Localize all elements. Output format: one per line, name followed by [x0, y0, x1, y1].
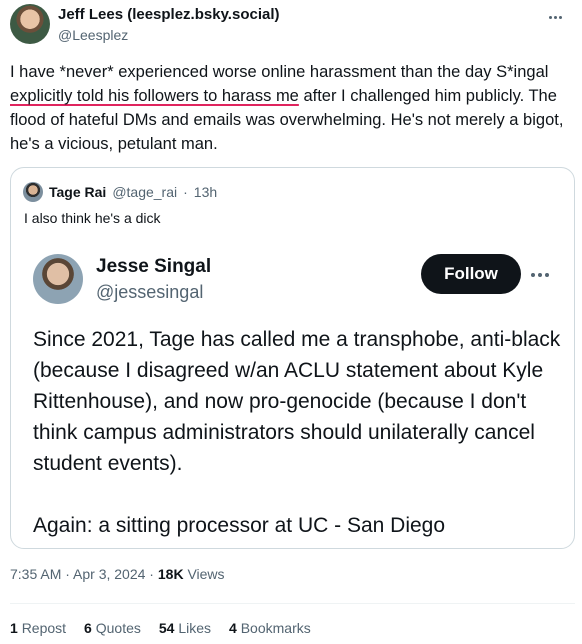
author-handle[interactable]: @Leesplez	[58, 27, 128, 43]
likes-label: Likes	[178, 620, 212, 636]
quoted-tweet-header: Tage Rai @tage_rai · 13h	[23, 182, 217, 202]
bookmarks-stat[interactable]: 4 Bookmarks	[229, 620, 311, 636]
quotes-count: 6	[84, 620, 92, 636]
tweet-timestamp: 7:35 AM · Apr 3, 2024 · 18K Views	[10, 566, 225, 582]
quoted-author-handle[interactable]: @tage_rai	[112, 184, 177, 200]
author-name[interactable]: Jeff Lees (leesplez.bsky.social)	[58, 6, 280, 23]
follow-button: Follow	[421, 254, 521, 294]
screenshot-handle: @jessesingal	[96, 282, 204, 302]
tweet-text-part1: I have *never* experienced worse online …	[10, 63, 549, 81]
quoted-dot: ·	[183, 184, 188, 200]
quoted-author-name[interactable]: Tage Rai	[49, 184, 106, 200]
divider	[10, 603, 575, 604]
engagement-stats: 1 Repost 6 Quotes 54 Likes 4 Bookmarks	[10, 620, 311, 636]
tweet-header: Jeff Lees (leesplez.bsky.social) @Leespl…	[10, 4, 572, 46]
tweet-text-underlined: explicitly told his followers to harass …	[10, 87, 299, 105]
reposts-count: 1	[10, 620, 18, 636]
embedded-screenshot[interactable]: Jesse Singal @jessesingal Follow Since 2…	[11, 240, 574, 548]
screenshot-avatar	[33, 254, 83, 304]
reposts-label: Repost	[21, 620, 67, 636]
views-label: Views	[187, 566, 225, 582]
screenshot-body: Since 2021, Tage has called me a transph…	[33, 324, 563, 541]
author-avatar[interactable]	[10, 4, 50, 44]
quoted-tweet[interactable]: Tage Rai @tage_rai · 13h I also think he…	[10, 167, 575, 549]
screenshot-paragraph-2: Again: a sitting processor at UC - San D…	[33, 514, 446, 537]
likes-count: 54	[158, 620, 175, 636]
tweet-text: I have *never* experienced worse online …	[10, 60, 575, 156]
screenshot-name: Jesse Singal	[96, 256, 212, 277]
bookmarks-count: 4	[229, 620, 237, 636]
bookmarks-label: Bookmarks	[240, 620, 311, 636]
quotes-label: Quotes	[95, 620, 141, 636]
quoted-author-avatar[interactable]	[23, 182, 43, 202]
meta-dot: ·	[145, 566, 158, 582]
quoted-tweet-text: I also think he's a dick	[24, 210, 161, 226]
reposts-stat[interactable]: 1 Repost	[10, 620, 66, 636]
more-options-icon[interactable]	[544, 6, 566, 28]
screenshot-paragraph-1: Since 2021, Tage has called me a transph…	[33, 328, 561, 475]
likes-stat[interactable]: 54 Likes	[159, 620, 211, 636]
tweet-time[interactable]: 7:35 AM · Apr 3, 2024	[10, 566, 145, 582]
views-count: 18K	[157, 566, 184, 582]
quotes-stat[interactable]: 6 Quotes	[84, 620, 141, 636]
quoted-time[interactable]: 13h	[194, 184, 217, 200]
screenshot-more-icon	[529, 264, 551, 286]
